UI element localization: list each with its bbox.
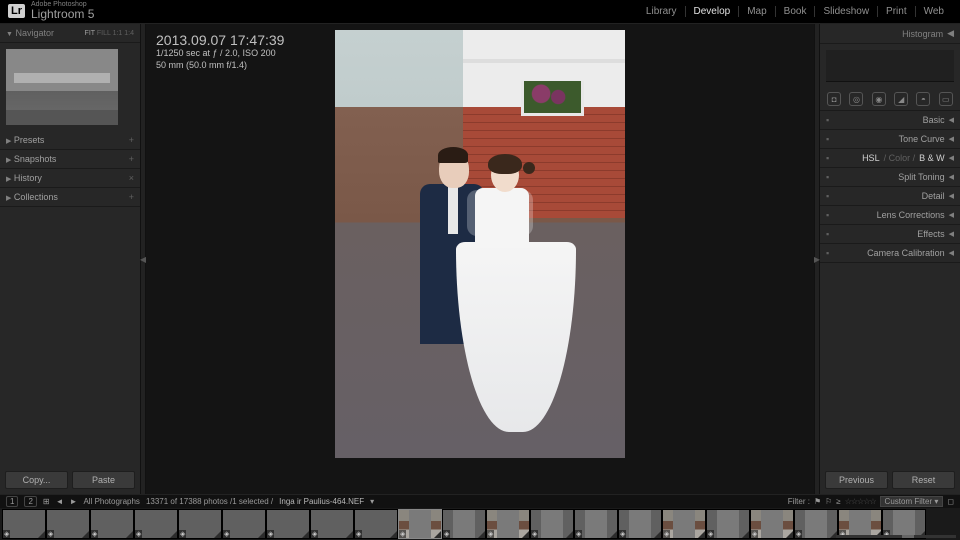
filmstrip-thumb[interactable]: ◈ <box>267 510 309 538</box>
histogram-body[interactable] <box>826 50 954 82</box>
filter-label: Filter : <box>788 497 810 506</box>
filmstrip-thumb[interactable]: ◈ <box>531 510 573 538</box>
module-library[interactable]: Library <box>638 6 686 17</box>
filmstrip-scrollbar[interactable] <box>836 535 956 538</box>
paste-button[interactable]: Paste <box>72 471 135 489</box>
display-2-button[interactable]: 2 <box>24 496 36 507</box>
previous-button[interactable]: Previous <box>825 471 888 489</box>
filmstrip-thumb[interactable]: ◈ <box>443 510 485 538</box>
filmstrip-thumb[interactable]: ◈ <box>135 510 177 538</box>
redeye-tool-icon[interactable]: ◉ <box>872 92 886 106</box>
lens-info: 50 mm (50.0 mm f/1.4) <box>156 60 284 72</box>
module-book[interactable]: Book <box>776 6 816 17</box>
photo-preview[interactable] <box>335 30 625 458</box>
disclosure-icon: ◀ <box>947 28 954 39</box>
brush-tool-icon[interactable]: ▭ <box>939 92 953 106</box>
filmstrip-thumb[interactable]: ◈ <box>575 510 617 538</box>
left-panel-history[interactable]: ▶ History× <box>0 169 140 188</box>
navigator-thumb[interactable] <box>6 49 118 125</box>
right-panel-basic[interactable]: ▪Basic◀ <box>820 111 960 130</box>
grid-icon[interactable]: ⊞ <box>43 497 50 506</box>
left-button-row: Copy... Paste <box>0 466 140 494</box>
navigator-header[interactable]: ▼ Navigator FIT FILL 1:1 1:4 <box>0 24 140 43</box>
right-panel-split-toning[interactable]: ▪Split Toning◀ <box>820 168 960 187</box>
reset-button[interactable]: Reset <box>892 471 955 489</box>
flag-picked-icon[interactable]: ⚑ <box>814 497 821 506</box>
module-slideshow[interactable]: Slideshow <box>815 6 878 17</box>
left-panel-snapshots[interactable]: ▶ Snapshots+ <box>0 150 140 169</box>
info-overlay: 2013.09.07 17:47:39 1/1250 sec at ƒ / 2.… <box>156 32 284 71</box>
filmstrip-thumb[interactable]: ◈ <box>487 510 529 538</box>
right-panel-tone-curve[interactable]: ▪Tone Curve◀ <box>820 130 960 149</box>
filter-lock-icon[interactable]: ◻ <box>947 497 954 506</box>
back-icon[interactable]: ◄ <box>56 497 64 506</box>
source-label[interactable]: All Photographs <box>83 497 139 506</box>
module-picker: LibraryDevelopMapBookSlideshowPrintWeb <box>638 6 952 17</box>
brand: Lr Adobe Photoshop Lightroom 5 <box>8 2 94 21</box>
grad-tool-icon[interactable]: ◢ <box>894 92 908 106</box>
photo-count: 13371 of 17388 photos /1 selected / <box>146 497 273 506</box>
filter-preset-select[interactable]: Custom Filter ▾ <box>880 496 944 507</box>
copy-button[interactable]: Copy... <box>5 471 68 489</box>
title-bar: Lr Adobe Photoshop Lightroom 5 LibraryDe… <box>0 0 960 24</box>
right-panel-lens-corrections[interactable]: ▪Lens Corrections◀ <box>820 206 960 225</box>
filmstrip-thumb[interactable]: ◈ <box>311 510 353 538</box>
subject-bride <box>451 158 584 449</box>
spot-tool-icon[interactable]: ◎ <box>849 92 863 106</box>
filmstrip-thumb[interactable]: ◈ <box>179 510 221 538</box>
capture-datetime: 2013.09.07 17:47:39 <box>156 32 284 48</box>
right-panel: Histogram◀ ◘ ◎ ◉ ◢ ◓ ▭ ▪Basic◀▪Tone Curve◀▪HS… <box>820 24 960 494</box>
center-canvas: 2013.09.07 17:47:39 1/1250 sec at ƒ / 2.… <box>146 24 814 494</box>
right-panel-detail[interactable]: ▪Detail◀ <box>820 187 960 206</box>
filmstrip-thumb[interactable]: ◈ <box>663 510 705 538</box>
app-title: Adobe Photoshop Lightroom 5 <box>31 2 94 21</box>
filmstrip[interactable]: ◈◈◈◈◈◈◈◈◈◈◈◈◈◈◈◈◈◈◈◈◈ <box>0 508 960 540</box>
filmstrip-thumb[interactable]: ◈ <box>91 510 133 538</box>
module-develop[interactable]: Develop <box>686 6 740 17</box>
crop-tool-icon[interactable]: ◘ <box>827 92 841 106</box>
fwd-icon[interactable]: ► <box>70 497 78 506</box>
navigator-zoom-levels[interactable]: FIT FILL 1:1 1:4 <box>85 30 134 37</box>
module-map[interactable]: Map <box>739 6 775 17</box>
filmstrip-thumb[interactable]: ◈ <box>47 510 89 538</box>
filmstrip-thumb[interactable]: ◈ <box>223 510 265 538</box>
filmstrip-thumb[interactable]: ◈ <box>399 510 441 538</box>
filmstrip-thumb[interactable]: ◈ <box>355 510 397 538</box>
right-button-row: Previous Reset <box>820 466 960 494</box>
module-web[interactable]: Web <box>916 6 952 17</box>
filename[interactable]: Inga ir Paulius-464.NEF <box>279 497 364 506</box>
right-panel-hsl[interactable]: ▪HSL / Color / B & W◀ <box>820 149 960 168</box>
right-panel-camera-calibration[interactable]: ▪Camera Calibration◀ <box>820 244 960 263</box>
app-icon: Lr <box>8 4 25 18</box>
left-panel: ▼ Navigator FIT FILL 1:1 1:4 ▶ Presets+▶… <box>0 24 140 494</box>
right-panel-effects[interactable]: ▪Effects◀ <box>820 225 960 244</box>
rating-pref-icon[interactable]: ≥ <box>836 497 840 506</box>
radial-tool-icon[interactable]: ◓ <box>916 92 930 106</box>
display-1-button[interactable]: 1 <box>6 496 18 507</box>
filmstrip-thumb[interactable]: ◈ <box>883 510 925 538</box>
star-filter[interactable]: ☆☆☆☆☆ <box>845 497 876 506</box>
left-panel-collections[interactable]: ▶ Collections+ <box>0 188 140 207</box>
exposure-info: 1/1250 sec at ƒ / 2.0, ISO 200 <box>156 48 284 60</box>
secondary-bar: 1 2 ⊞ ◄ ► All Photographs 13371 of 17388… <box>0 494 960 508</box>
filmstrip-thumb[interactable]: ◈ <box>619 510 661 538</box>
filmstrip-thumb[interactable]: ◈ <box>751 510 793 538</box>
module-print[interactable]: Print <box>878 6 916 17</box>
filmstrip-thumb[interactable]: ◈ <box>795 510 837 538</box>
filmstrip-thumb[interactable]: ◈ <box>3 510 45 538</box>
flag-rejected-icon[interactable]: ⚐ <box>825 497 832 506</box>
tool-strip: ◘ ◎ ◉ ◢ ◓ ▭ <box>820 88 960 111</box>
histogram-header[interactable]: Histogram◀ <box>820 24 960 44</box>
disclosure-icon: ▼ <box>6 31 13 38</box>
left-panel-presets[interactable]: ▶ Presets+ <box>0 131 140 150</box>
filmstrip-thumb[interactable]: ◈ <box>839 510 881 538</box>
filmstrip-thumb[interactable]: ◈ <box>707 510 749 538</box>
workspace: ▼ Navigator FIT FILL 1:1 1:4 ▶ Presets+▶… <box>0 24 960 494</box>
